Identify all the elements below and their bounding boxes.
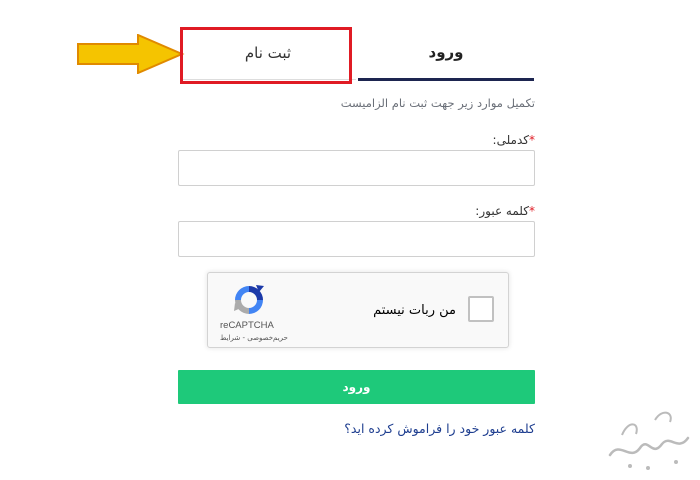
national-code-label-text: کدملی:	[492, 133, 529, 147]
submit-button-label: ورود	[342, 380, 371, 394]
recaptcha-brand: reCAPTCHA	[220, 320, 274, 331]
password-input[interactable]	[178, 221, 535, 257]
pointer-arrow-icon	[76, 33, 186, 78]
tab-register-label: ثبت نام	[244, 44, 292, 62]
required-mark: *	[529, 204, 535, 218]
national-code-input[interactable]	[178, 150, 535, 186]
watermark-logo	[600, 400, 695, 479]
recaptcha-checkbox-text: من ربات نیستم	[373, 303, 456, 318]
required-mark: *	[529, 133, 535, 147]
tab-login[interactable]: ورود	[358, 25, 534, 81]
recaptcha-logo-icon	[232, 283, 266, 321]
submit-button[interactable]: ورود	[178, 370, 535, 404]
forgot-password-link[interactable]: کلمه عبور خود را فراموش کرده اید؟	[344, 421, 535, 436]
tab-login-label: ورود	[428, 42, 464, 61]
tab-register[interactable]: ثبت نام	[180, 25, 356, 81]
password-label: *کلمه عبور:	[475, 204, 535, 218]
recaptcha-checkbox[interactable]	[468, 296, 494, 322]
recaptcha-widget: من ربات نیستم reCAPTCHA حریم‌خصوصی - شرا…	[207, 272, 509, 348]
recaptcha-terms[interactable]: حریم‌خصوصی - شرایط	[220, 334, 288, 342]
password-label-text: کلمه عبور:	[475, 204, 529, 218]
national-code-label: *کدملی:	[493, 133, 535, 147]
form-instruction: تکمیل موارد زیر جهت ثبت نام الزامیست	[340, 96, 535, 110]
